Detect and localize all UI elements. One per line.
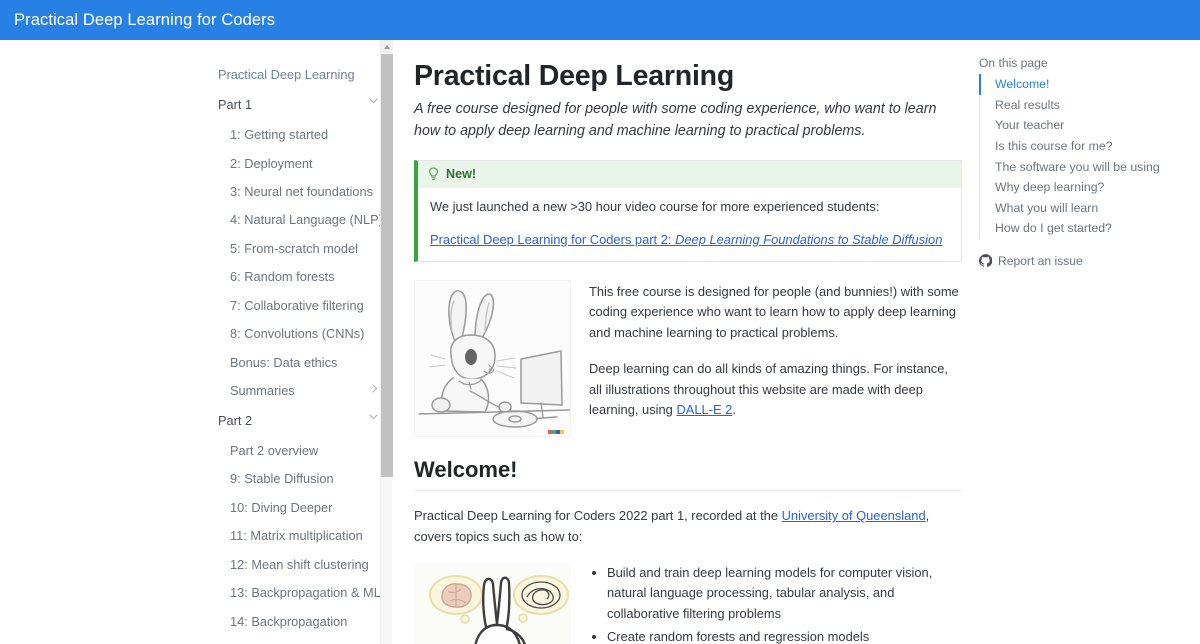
toc-item[interactable]: The software you will be using — [979, 156, 1190, 177]
chevron-right-icon[interactable] — [364, 382, 378, 393]
sidebar-item[interactable]: 14: Backpropagation — [218, 607, 378, 635]
lightbulb-icon — [428, 167, 439, 181]
toc-item[interactable]: Your teacher — [979, 115, 1190, 136]
sidebar-item-label: 6: Random forests — [230, 269, 335, 285]
sidebar-item[interactable]: 11: Matrix multiplication — [218, 522, 378, 550]
welcome-p-before: Practical Deep Learning for Coders 2022 … — [414, 508, 782, 524]
on-this-page-toc: On this page Welcome! Real results Your te… — [975, 40, 1200, 644]
toc-list: Welcome! Real results Your teacher Is this … — [979, 74, 1190, 239]
intro-p2-after: . — [732, 401, 736, 417]
sidebar-item[interactable]: 5: From-scratch model — [218, 234, 378, 262]
sidebar-item[interactable]: Part 1 — [218, 89, 378, 120]
navbar-brand-title[interactable]: Practical Deep Learning for Coders — [0, 11, 275, 30]
sidebar-item[interactable]: Summaries — [218, 377, 378, 405]
page-body: Practical Deep Learning Part 1 1: Getting … — [0, 40, 1200, 644]
sidebar-item-label: 11: Matrix multiplication — [230, 528, 363, 544]
sidebar-item[interactable]: 10: Diving Deeper — [218, 493, 378, 521]
sidebar-item-label: Part 2 — [218, 413, 253, 429]
sidebar-item-label: 1: Getting started — [230, 127, 329, 143]
sidebar-item-label: 12: Mean shift clustering — [230, 556, 369, 572]
sidebar-item[interactable]: 4: Natural Language (NLP) — [218, 206, 383, 234]
sidebar-item-label: Practical Deep Learning — [218, 67, 355, 82]
sidebar-item-label: Part 2 overview — [230, 442, 319, 458]
features-list: Build and train deep learning models for… — [589, 563, 961, 644]
page-title: Practical Deep Learning — [414, 60, 735, 92]
feature-list-item: Create random forests and regression mod… — [607, 627, 961, 644]
sidebar-item[interactable]: 3: Neural net foundations — [218, 177, 378, 205]
sidebar-item-label: 13: Backpropagation & MLP — [230, 585, 390, 601]
intro-row: This free course is designed for people … — [414, 280, 975, 438]
sidebar-item-label: 9: Stable Diffusion — [230, 471, 334, 487]
part2-link-plain: Practical Deep Learning for Coders part … — [430, 231, 676, 247]
sidebar-item[interactable]: 6: Random forests — [218, 263, 378, 291]
sidebar-item-label: Bonus: Data ethics — [230, 354, 338, 370]
report-an-issue-label: Report an issue — [998, 253, 1083, 268]
scroll-up-arrow-icon[interactable] — [381, 40, 393, 53]
sidebar-scroll-content: Practical Deep Learning Part 1 1: Getting … — [0, 40, 389, 644]
toc-item[interactable]: What you will learn — [979, 198, 1190, 219]
part2-course-link[interactable]: Practical Deep Learning for Coders part … — [430, 232, 942, 247]
welcome-heading: Welcome! — [414, 457, 962, 492]
top-navbar: Practical Deep Learning for Coders — [0, 0, 1200, 40]
callout-link-line: Practical Deep Learning for Coders part … — [430, 230, 949, 249]
page-subtitle: A free course designed for people with s… — [414, 101, 937, 140]
bunny-with-headphones-illustration — [414, 563, 571, 644]
main-content: Practical Deep Learning A free course de… — [393, 40, 975, 644]
toc-item[interactable]: How do I get started? — [979, 218, 1190, 239]
callout-body: We just launched a new >30 hour video co… — [418, 188, 961, 261]
features-row: Build and train deep learning models for… — [414, 563, 975, 644]
sidebar-item-label: 5: From-scratch model — [230, 240, 359, 256]
sidebar-item-label: Summaries — [230, 383, 295, 399]
chevron-down-icon[interactable] — [364, 96, 378, 104]
welcome-paragraph: Practical Deep Learning for Coders 2022 … — [414, 506, 950, 547]
chevron-down-icon[interactable] — [364, 412, 378, 420]
toc-heading: On this page — [979, 56, 1048, 70]
intro-text: This free course is designed for people … — [589, 280, 961, 437]
github-icon — [979, 254, 992, 268]
sidebar-scrollbar-track[interactable] — [380, 40, 393, 644]
left-sidebar: Practical Deep Learning Part 1 1: Getting … — [0, 40, 392, 644]
toc-item[interactable]: Why deep learning? — [979, 177, 1190, 198]
sidebar-item[interactable]: 13: Backpropagation & MLP — [218, 579, 389, 607]
sidebar-item-label: 4: Natural Language (NLP) — [230, 212, 383, 228]
new-callout: New! We just launched a new >30 hour vid… — [414, 160, 962, 263]
callout-header: New! — [418, 161, 961, 189]
sidebar-scrollbar-thumb[interactable] — [381, 54, 393, 477]
bunny-at-computer-illustration — [414, 280, 571, 438]
sidebar-item[interactable]: 2: Deployment — [218, 149, 378, 177]
toc-item[interactable]: Welcome! — [979, 74, 1190, 95]
sidebar-item-label: 14: Backpropagation — [230, 613, 348, 629]
sidebar-item-label: 2: Deployment — [230, 155, 313, 171]
dalle2-link[interactable]: DALL-E 2 — [676, 402, 732, 417]
sidebar-item[interactable]: Practical Deep Learning — [218, 66, 378, 89]
sidebar-item[interactable]: Bonus: Data ethics — [218, 348, 378, 376]
callout-heading: New! — [446, 167, 477, 182]
intro-paragraph-2: Deep learning can do all kinds of amazin… — [589, 359, 961, 420]
sidebar-item-label: 10: Diving Deeper — [230, 499, 333, 515]
sidebar-item[interactable]: 12: Mean shift clustering — [218, 550, 378, 578]
sidebar-nav-list: Practical Deep Learning Part 1 1: Getting … — [218, 66, 389, 644]
sidebar-item[interactable]: 15: Autoencoders — [218, 636, 378, 644]
report-an-issue-link[interactable]: Report an issue — [979, 254, 1190, 268]
sidebar-item[interactable]: 9: Stable Diffusion — [218, 465, 378, 493]
sidebar-item[interactable]: Part 2 overview — [218, 436, 378, 464]
sidebar-item-label: Part 1 — [218, 97, 253, 113]
sidebar-item[interactable]: Part 2 — [218, 405, 378, 436]
sidebar-item[interactable]: 7: Collaborative filtering — [218, 291, 378, 319]
sidebar-item-label: 8: Convolutions (CNNs) — [230, 326, 365, 342]
sidebar-item-label: 7: Collaborative filtering — [230, 297, 364, 313]
part2-link-italic: Deep Learning Foundations to Stable Diff… — [675, 231, 943, 247]
sidebar-item-label: 3: Neural net foundations — [230, 184, 373, 200]
feature-list-item: Build and train deep learning models for… — [607, 563, 961, 623]
toc-item[interactable]: Is this course for me? — [979, 136, 1190, 157]
callout-text-line: We just launched a new >30 hour video co… — [430, 199, 880, 215]
sidebar-item[interactable]: 8: Convolutions (CNNs) — [218, 320, 378, 348]
intro-paragraph-1: This free course is designed for people … — [589, 284, 959, 340]
university-of-queensland-link[interactable]: University of Queensland — [782, 508, 926, 523]
intro-p2-before: Deep learning can do all kinds of amazin… — [589, 361, 948, 417]
sidebar-item[interactable]: 1: Getting started — [218, 121, 378, 149]
toc-item[interactable]: Real results — [979, 95, 1190, 116]
